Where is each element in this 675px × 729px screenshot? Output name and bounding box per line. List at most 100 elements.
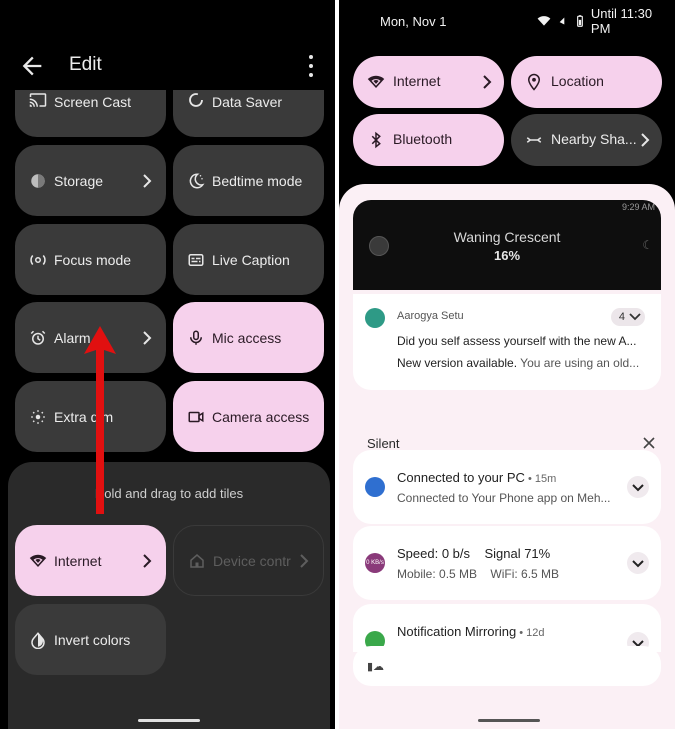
tile-invert-colors-available[interactable]: Invert colors [15,604,166,675]
notification-line-2-bold: New version available. [397,356,518,370]
home-icon [190,553,204,568]
notification-line-2-rest: You are using an old... [517,356,640,370]
tile-label: Focus mode [54,251,132,268]
tile-device-controls-available[interactable]: Device contr [173,525,324,596]
available-tiles-sheet: Hold and drag to add tiles Internet Devi… [8,462,330,729]
notification-count-badge[interactable]: 4 [610,308,645,326]
tile-label: Mic access [212,329,282,346]
notification-title: Speed: 0 b/s Signal 71% [397,546,551,561]
quick-tile-nearby-share[interactable]: Nearby Sha... [511,114,662,166]
extra-dim-icon [31,409,45,424]
tile-mic-access[interactable]: Mic access [173,302,324,373]
tile-label: Bedtime mode [212,172,303,189]
mic-icon [190,330,202,345]
quick-tile-bluetooth[interactable]: Bluetooth [353,114,504,166]
tile-label: Invert colors [54,631,131,648]
notification-subtitle: Connected to Your Phone app on Meh... [397,491,611,505]
home-indicator[interactable] [478,719,540,722]
back-arrow-icon[interactable] [18,52,46,80]
quick-tile-label: Internet [393,73,441,89]
phone-link-icon [365,477,385,497]
quick-tile-label: Bluetooth [393,131,453,147]
moon-illumination-percent: 16% [493,248,521,263]
silent-section-label: Silent [367,436,400,451]
expand-button[interactable] [627,476,649,498]
tile-screen-cast[interactable]: Screen Cast [15,90,166,137]
mini-app-icons: ▮☁ [367,661,385,673]
tile-focus-mode[interactable]: Focus mode [15,224,166,295]
caption-icon [188,253,204,266]
drag-hint-text: Hold and drag to add tiles [94,486,244,501]
notification-title: Connected to your PC • 15m [397,470,557,485]
tile-label: Data Saver [212,94,283,110]
notification-count: 4 [618,311,625,323]
drag-arrow-annotation [84,326,116,514]
notification-app-name: Aarogya Setu [397,310,464,322]
tile-bedtime-mode[interactable]: Bedtime mode [173,145,324,216]
tile-label: Live Caption [212,251,290,268]
chevron-right-icon [143,173,152,188]
tile-data-saver[interactable]: Data Saver [173,90,324,137]
tile-storage[interactable]: Storage [15,145,166,216]
tile-live-caption[interactable]: Live Caption [173,224,324,295]
home-indicator[interactable] [138,719,200,722]
nearby-share-icon [526,137,542,143]
tile-label: Screen Cast [54,94,132,110]
quick-tile-internet[interactable]: Internet [353,56,504,108]
notification-subtitle: Mobile: 0.5 MB WiFi: 6.5 MB [397,567,560,581]
chevron-right-icon [483,75,492,89]
notification-title-text: Connected to your PC [397,470,525,485]
moon-phase-widget[interactable]: 9:29 AM Waning Crescent 16% ☾ [353,200,661,290]
focus-icon [30,254,46,265]
notification-connected-pc[interactable]: Connected to your PC • 15m Connected to … [353,450,661,524]
bluetooth-icon [371,131,381,149]
notification-mirroring[interactable]: Notification Mirroring • 12d [353,604,661,652]
quick-tile-location[interactable]: Location [511,56,662,108]
notification-time: 15m [534,473,557,485]
quick-tile-label: Location [551,73,604,89]
notification-network-speed[interactable]: 0 KB/s Speed: 0 b/s Signal 71% Mobile: 0… [353,526,661,600]
chevron-right-icon [300,553,309,568]
widget-time: 9:29 AM [621,202,655,212]
tile-label: Storage [54,172,104,189]
tile-label: Internet [54,552,102,569]
chevron-down-icon [632,484,644,492]
notification-title: Notification Mirroring • 12d [397,624,545,639]
notification-time: 12d [526,627,545,639]
wifi-icon [29,554,47,567]
invert-icon [31,631,45,649]
location-icon [527,73,541,91]
tile-internet-available[interactable]: Internet [15,525,166,596]
aarogya-heart-icon [365,308,385,328]
tile-label: Device contr [213,552,291,569]
quick-tile-label: Nearby Sha... [551,131,637,147]
cast-icon [29,93,47,107]
expand-button[interactable] [627,552,649,574]
more-options-icon[interactable] [300,52,322,80]
notification-aarogya-setu[interactable]: Aarogya Setu 4 Did you self assess yours… [353,294,661,390]
chevron-down-icon [629,313,641,321]
tile-camera-access[interactable]: Camera access [173,381,324,452]
wifi-status-icon [537,16,551,26]
alarm-until-text: Until 11:30 PM [590,6,653,36]
notification-title-text: Notification Mirroring [397,624,517,639]
notification-shade-screen: Mon, Nov 1 Until 11:30 PM Internet Locat… [339,0,675,729]
status-date: Mon, Nov 1 [380,14,447,29]
chevron-right-icon [143,330,152,345]
notification-line-1: Did you self assess yourself with the ne… [397,334,637,348]
edit-header: Edit [0,40,335,92]
close-icon[interactable] [642,436,656,450]
dnd-icon [557,17,565,25]
speed-meter-icon: 0 KB/s [365,553,385,573]
active-tiles-grid: Screen Cast Data Saver Storage Bedtime m… [0,90,335,455]
moon-phase-title: Waning Crescent [453,229,561,245]
crescent-icon: ☾ [642,238,653,252]
camera-icon [188,411,204,422]
battery-icon [577,15,583,27]
data-saver-icon [189,93,203,107]
alarm-icon [30,330,46,345]
chevron-right-icon [143,553,152,568]
chevron-down-icon [632,560,644,568]
notification-collapsed-row[interactable]: ▮☁ [353,646,661,686]
status-icons: Until 11:30 PM [537,6,675,36]
